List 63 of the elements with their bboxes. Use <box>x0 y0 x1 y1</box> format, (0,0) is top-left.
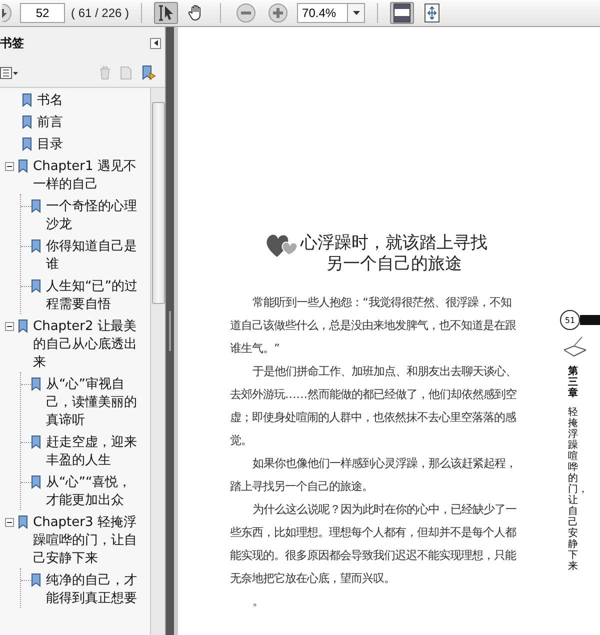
plus-icon <box>268 3 288 23</box>
paragraph: 于是他们拼命工作、加班加点、和朋友出去聊天谈心、去郊外游玩……然而能做的都已经做了，他们却依然感到空虚；即使身处喧闹的人群中，也依然抹不去心里空落落的感觉。 <box>230 364 518 449</box>
text-select-icon <box>157 4 176 22</box>
bookmark-item[interactable]: 从“心”“喜悦，才能更加出众 <box>46 474 140 510</box>
bookmark-item[interactable]: 一个奇怪的心理沙龙 <box>46 198 140 234</box>
paragraph: 常能听到一些人抱怨：“我觉得很茫然、很浮躁，不知道自己该做些什么，总是没由来地发脾气，也不知道是在跟谁生气。” <box>230 295 517 357</box>
bookmark-icon <box>31 199 41 213</box>
bookmark-icon <box>31 239 41 253</box>
paragraph: 为什么这么说呢？因为此时在你的心中，已经缺少了一些东西，比如理想。理想每个人都有，但却并不是每个人都能实现的。很多原因都会导致我们迟迟不能实现理想，只能无奈地把它放在心底，望而兴叹。 <box>230 502 518 587</box>
hearts-icon <box>264 233 298 259</box>
fit-width-icon <box>424 3 440 23</box>
bookmark-item[interactable]: Chapter3 轻掩浮躁喧哗的门，让自己安静下来 <box>33 514 141 568</box>
page-count: ( 61 / 226 ) <box>71 6 130 20</box>
bookmark-icon <box>31 377 41 391</box>
zoom-field[interactable]: 70.4% <box>297 3 348 23</box>
bookmark-item[interactable]: 从“心”审视自己，读懂美丽的真谛听 <box>46 376 140 430</box>
bookmark-icon <box>31 475 41 489</box>
minus-icon <box>6 323 13 330</box>
scrollbar[interactable] <box>150 88 165 635</box>
collapse-toggle[interactable] <box>5 162 14 171</box>
bookmark-item[interactable]: 纯净的自己，才能得到真正想要 <box>46 572 140 608</box>
collapse-button[interactable] <box>150 38 161 48</box>
bookmark-item[interactable]: 赶走空虚，迎来丰盈的人生 <box>46 434 140 470</box>
left-triangle-icon <box>154 40 158 46</box>
bookmark-icon <box>18 159 28 173</box>
bookmark-item[interactable]: Chapter2 让最美的自己从心底透出来 <box>33 318 141 372</box>
bookmark-icon <box>22 137 32 151</box>
next-page-button[interactable] <box>0 2 14 24</box>
page-number-field[interactable]: 52 <box>20 3 65 23</box>
bookmark-item[interactable]: 书名 <box>37 92 145 110</box>
bookmark-icon <box>31 279 41 293</box>
bookmark-icon <box>18 319 28 333</box>
bookmark-icon <box>31 573 41 587</box>
paragraph: 如果你也像他们一样感到心灵浮躁，那么该赶紧起程，踏上寻找另一个自己的旅途。 <box>230 456 518 495</box>
collapse-toggle[interactable] <box>5 322 14 331</box>
bookmark-item[interactable]: 目录 <box>37 136 145 154</box>
book-icon <box>562 336 588 358</box>
page-number: 51 <box>560 310 580 330</box>
bookmark-icon <box>18 515 28 529</box>
bookmark-item[interactable]: 前言 <box>37 114 145 132</box>
select-tool-button[interactable] <box>154 2 178 24</box>
bookmark-icon <box>22 115 32 129</box>
chapter-title: 心浮躁时，就该踏上寻找 另一个自己的旅途 <box>300 233 488 275</box>
minus-icon <box>236 3 256 23</box>
bookmark-item[interactable]: 你得知道自己是谁 <box>46 238 140 274</box>
bookmark-icon <box>31 435 41 449</box>
collapse-toggle[interactable] <box>5 518 14 527</box>
paragraph: 。 <box>252 594 265 610</box>
new-bookmark-icon[interactable] <box>141 65 157 81</box>
dropdown-button[interactable] <box>347 3 366 23</box>
chapter-label: 第三章 <box>568 366 579 399</box>
minus-icon <box>6 163 13 170</box>
options-button[interactable] <box>0 67 18 79</box>
chapter-heading: 轻掩浮躁喧哗的门，让自己安静下来 <box>568 407 583 572</box>
bookmark-item[interactable]: 人生知“已”的过程需要自悟 <box>46 278 140 314</box>
bookmark-item[interactable]: Chapter1 遇见不一样的自己 <box>33 158 141 194</box>
fit-page-icon <box>393 3 412 23</box>
fit-page-button[interactable] <box>390 2 414 24</box>
panel-title: 书签 <box>0 34 24 52</box>
caret-icon <box>352 11 360 15</box>
list-icon <box>0 67 18 79</box>
minus-icon <box>6 519 13 526</box>
bookmark-icon <box>22 93 32 107</box>
